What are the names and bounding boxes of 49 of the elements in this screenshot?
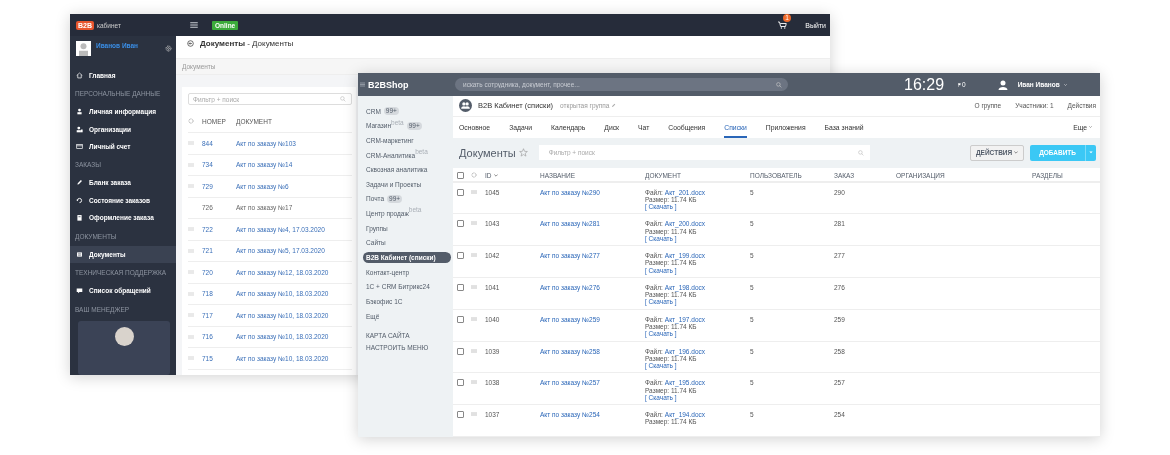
row-checkbox[interactable] [457,284,464,291]
card-icon [76,143,83,151]
row-checkbox[interactable] [457,315,464,323]
person-icon [76,108,83,116]
drag-handle-icon[interactable] [471,412,477,417]
document-icon [76,250,83,258]
search-icon[interactable] [776,81,782,88]
select-all-checkbox[interactable] [457,171,464,179]
drag-handle-icon[interactable] [471,380,477,385]
drag-handle-icon[interactable] [471,348,477,353]
clipboard-icon [76,214,83,222]
menu-icon[interactable] [190,22,198,28]
search-icon[interactable] [857,149,864,156]
avatar [114,326,134,346]
back-icon[interactable] [187,40,194,47]
list-title: Документы [459,146,516,159]
caret-icon [1089,151,1093,155]
clock: 16:29 [904,75,945,94]
row-checkbox[interactable] [457,411,464,419]
row-checkbox[interactable] [457,188,464,196]
drag-handle-icon[interactable] [471,253,477,258]
pencil-icon [76,179,83,187]
cycle-icon [76,196,83,204]
chat-icon [76,287,83,295]
drag-handle-icon[interactable] [471,189,477,194]
search-icon[interactable] [340,96,346,102]
dropdown-button[interactable] [1085,144,1096,161]
settings-icon[interactable] [188,118,194,124]
star-icon[interactable] [518,148,528,158]
avatar [76,41,91,56]
logo: B2BShop [368,79,409,90]
drag-handle-icon[interactable] [471,221,477,226]
caret-icon[interactable] [1089,126,1092,129]
page-title: Документы - Документы [200,39,294,48]
home-icon [76,71,83,79]
row-checkbox[interactable] [457,252,464,260]
user-icon[interactable] [997,79,1008,90]
cart-icon[interactable] [778,21,788,29]
row-checkbox[interactable] [457,220,464,228]
settings-icon[interactable] [165,45,172,52]
flag-icon[interactable] [958,82,962,87]
row-checkbox[interactable] [457,379,464,387]
caret-icon [1014,151,1019,155]
sort-caret-icon[interactable] [493,173,498,177]
group-icon [459,99,472,113]
pencil-icon[interactable] [611,103,617,109]
drag-handle-icon[interactable] [471,316,477,321]
row-checkbox[interactable] [457,347,464,355]
people-icon [76,125,83,133]
